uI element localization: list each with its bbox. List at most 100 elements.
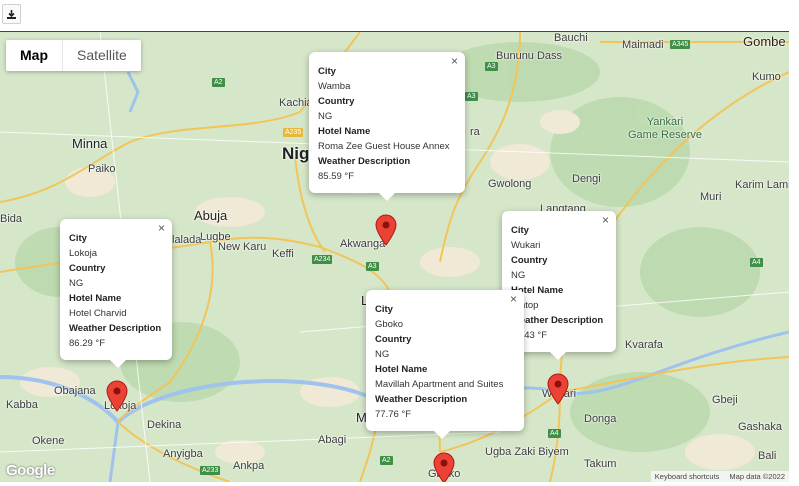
road-shield: A345 — [670, 40, 691, 49]
weather-field-label: Weather Description — [511, 315, 604, 326]
place-label: Paiko — [88, 163, 116, 175]
toolbar — [0, 0, 799, 32]
city-field-label: City — [511, 225, 529, 236]
place-label: Bida — [0, 213, 23, 225]
info-window: × City Lokoja Country NG Hotel Name Hote… — [60, 219, 172, 368]
place-label: Abuja — [194, 208, 228, 223]
weather-field-label: Weather Description — [375, 394, 468, 405]
city-field-label: City — [375, 304, 393, 315]
hotel-field-label: Hotel Name — [318, 126, 371, 137]
city-field-label: City — [318, 66, 336, 77]
close-icon[interactable]: × — [451, 54, 458, 69]
info-window: × City Gboko Country NG Hotel Name Mavil… — [366, 290, 524, 439]
road-shield: A235 — [283, 128, 304, 137]
road-shield: A234 — [312, 255, 333, 264]
place-label: Obajana — [54, 385, 96, 397]
place-label: Kvarafa — [625, 339, 663, 351]
country-field-label: Country — [318, 96, 355, 107]
google-logo[interactable]: Google — [6, 462, 55, 479]
place-label: Dekina — [147, 419, 182, 431]
place-label: Kachia — [279, 97, 313, 109]
close-icon[interactable]: × — [510, 292, 517, 307]
weather-field-label: Weather Description — [318, 156, 411, 167]
road-shield: A2 — [380, 456, 393, 465]
city-value: Wamba — [318, 81, 351, 92]
country-value: NG — [375, 349, 390, 360]
hotel-value: Hotel Charvid — [69, 308, 127, 319]
weather-value: 86.29 °F — [69, 338, 106, 349]
city-field-label: City — [69, 233, 87, 244]
map-marker[interactable] — [375, 214, 397, 246]
country-value: NG — [511, 270, 526, 281]
place-label: Gwolong — [488, 178, 532, 190]
place-label: Gbeji — [712, 394, 738, 406]
place-label: Bali — [758, 450, 777, 462]
weather-value: 85.59 °F — [318, 171, 355, 182]
country-field-label: Country — [511, 255, 548, 266]
road-shield: A3 — [485, 62, 498, 71]
road-shield: A4 — [750, 258, 763, 267]
place-label: Maimadi — [622, 39, 664, 51]
country-field-label: Country — [375, 334, 412, 345]
park-label: Yankari Game Reserve — [628, 116, 702, 141]
place-label: Takum — [584, 458, 617, 470]
download-icon — [7, 9, 16, 19]
scrollbar-track[interactable] — [789, 31, 799, 486]
keyboard-shortcuts-link[interactable]: Keyboard shortcuts — [655, 472, 720, 481]
place-label: Anyigba — [163, 448, 203, 460]
hotel-field-label: Hotel Name — [69, 293, 122, 304]
hotel-value: Amtop — [511, 300, 539, 311]
close-icon[interactable]: × — [602, 213, 609, 228]
hotel-field-label: Hotel Name — [375, 364, 428, 375]
map-type-control: Map Satellite — [6, 40, 141, 71]
road-shield: A4 — [548, 429, 561, 438]
map-marker[interactable] — [433, 452, 455, 482]
place-label: Abagi — [318, 434, 347, 446]
close-icon[interactable]: × — [158, 221, 165, 236]
place-label: Okene — [32, 435, 65, 447]
map-marker[interactable] — [106, 380, 128, 412]
place-label: Kabba — [6, 399, 38, 411]
place-label: Nig — [282, 144, 310, 163]
place-label: Gombe — [743, 34, 786, 49]
map-type-map-button[interactable]: Map — [6, 40, 63, 71]
road-shield: A3 — [366, 262, 379, 271]
hotel-value: Mavillah Apartment and Suites — [375, 379, 504, 390]
place-label: Minna — [72, 136, 108, 151]
place-label: Karim Lamid — [735, 179, 789, 191]
place-label: New Karu — [218, 241, 267, 253]
city-value: Gboko — [375, 319, 403, 330]
road-shield: A3 — [465, 92, 478, 101]
country-field-label: Country — [69, 263, 106, 274]
hotel-field-label: Hotel Name — [511, 285, 564, 296]
place-label: Bauchi — [554, 32, 588, 44]
place-label: Bununu Dass — [496, 50, 563, 62]
place-label: Kumo — [752, 71, 781, 83]
place-label: Donga — [584, 413, 617, 425]
map-data-credit: Map data ©2022 — [729, 472, 785, 481]
weather-field-label: Weather Description — [69, 323, 162, 334]
place-label: Gashaka — [738, 421, 783, 433]
country-value: NG — [318, 111, 333, 122]
place-label: Keffi — [272, 248, 294, 260]
place-label: Muri — [700, 191, 722, 203]
weather-value: 89.43 °F — [511, 330, 548, 341]
map-type-satellite-button[interactable]: Satellite — [63, 40, 141, 71]
map-marker[interactable] — [547, 373, 569, 405]
download-button[interactable] — [2, 4, 21, 24]
road-shield: A2 — [212, 78, 225, 87]
info-window: × City Wamba Country NG Hotel Name Roma … — [309, 52, 465, 201]
weather-value: 77.76 °F — [375, 409, 412, 420]
place-label: ra — [470, 126, 480, 138]
place-label: lalada — [172, 234, 202, 246]
city-value: Lokoja — [69, 248, 97, 259]
country-value: NG — [69, 278, 84, 289]
road-shield: A233 — [200, 466, 221, 475]
map-canvas[interactable]: Map Satellite Minna Paiko Abuja Lugbe Ne… — [0, 31, 789, 482]
city-value: Wukari — [511, 240, 541, 251]
place-label: Ankpa — [233, 460, 265, 472]
place-label: Dengi — [572, 173, 601, 185]
map-attribution: Keyboard shortcuts Map data ©2022 — [650, 471, 789, 482]
hotel-value: Roma Zee Guest House Annex — [318, 141, 450, 152]
place-label: Ugba Zaki Biyem — [485, 446, 569, 458]
